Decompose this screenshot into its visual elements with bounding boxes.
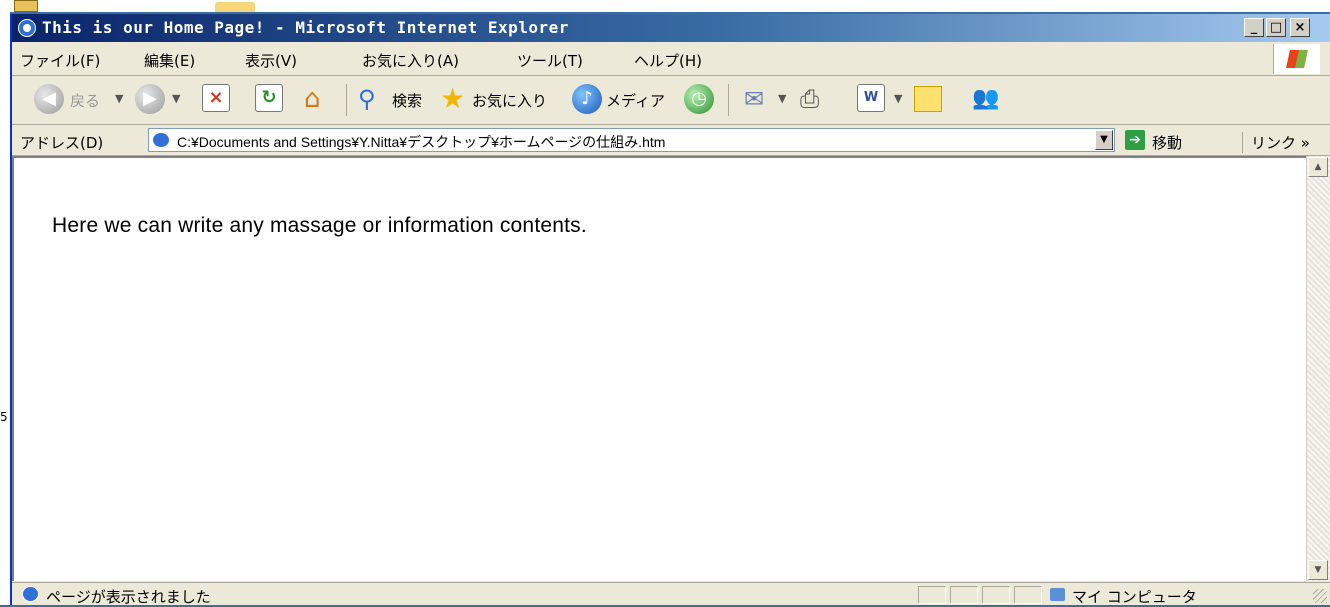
- menu-help[interactable]: ヘルプ(H): [634, 50, 702, 71]
- desktop-side-digit: 5: [0, 410, 8, 424]
- favorites-star-icon[interactable]: ★: [440, 84, 470, 116]
- messenger-icon[interactable]: 👥: [972, 84, 1004, 116]
- page-favicon-icon: [152, 132, 170, 148]
- history-icon[interactable]: ◷: [684, 84, 714, 114]
- ie-logo-icon[interactable]: [18, 19, 36, 37]
- search-icon[interactable]: ⚲: [358, 84, 388, 116]
- minimize-button[interactable]: _: [1244, 18, 1264, 37]
- forward-dropdown[interactable]: ▼: [172, 92, 180, 105]
- edit-icon[interactable]: W: [857, 84, 885, 112]
- menu-bar: ファイル(F) 編集(E) 表示(V) お気に入り(A) ツール(T) ヘルプ(…: [12, 42, 1330, 76]
- address-dropdown-button[interactable]: ▼: [1095, 130, 1113, 150]
- maximize-button[interactable]: □: [1266, 18, 1286, 37]
- back-label[interactable]: 戻る: [70, 90, 100, 111]
- status-cell-3: [982, 586, 1010, 604]
- mail-icon[interactable]: ✉: [744, 84, 774, 116]
- my-computer-icon: [1050, 588, 1065, 601]
- vertical-scrollbar[interactable]: ▲ ▼: [1306, 156, 1330, 581]
- standard-toolbar: ◀ 戻る ▼ ▶ ▼ × ↻ ⌂ ⚲ 検索 ★ お気に入り ♪ メディア ◷ ✉…: [12, 76, 1330, 125]
- go-button[interactable]: 移動: [1152, 132, 1182, 153]
- back-icon[interactable]: ◀: [34, 84, 64, 114]
- refresh-icon[interactable]: ↻: [255, 84, 283, 112]
- links-button[interactable]: リンク »: [1242, 132, 1310, 153]
- discuss-icon[interactable]: [914, 86, 942, 112]
- go-arrow-icon[interactable]: ➔: [1125, 130, 1145, 150]
- forward-icon[interactable]: ▶: [135, 84, 165, 114]
- security-zone-label: マイ コンピュータ: [1072, 588, 1197, 606]
- windows-throbber: [1273, 44, 1320, 74]
- status-bar: ページが表示されました マイ コンピュータ: [12, 582, 1330, 606]
- title-bar[interactable]: This is our Home Page! - Microsoft Inter…: [12, 14, 1330, 42]
- page-content: Here we can write any massage or informa…: [12, 156, 1330, 581]
- media-icon[interactable]: ♪: [572, 84, 602, 114]
- status-page-icon: [22, 586, 39, 602]
- status-cell-1: [918, 586, 946, 604]
- resize-grip[interactable]: [1313, 589, 1327, 603]
- desktop-left-edge: [0, 12, 10, 605]
- scroll-down-button[interactable]: ▼: [1308, 560, 1328, 580]
- address-input[interactable]: C:¥Documents and Settings¥Y.Nitta¥デスクトップ…: [148, 128, 1115, 152]
- desktop-strip: [0, 0, 1330, 12]
- toolbar-separator: [346, 84, 347, 116]
- address-bar: アドレス(D) C:¥Documents and Settings¥Y.Nitt…: [12, 125, 1330, 156]
- menu-tools[interactable]: ツール(T): [517, 50, 583, 71]
- desktop-folder-icon-2[interactable]: [215, 2, 255, 12]
- toolbar-separator-2: [728, 84, 729, 116]
- browser-window: This is our Home Page! - Microsoft Inter…: [10, 14, 1330, 606]
- scroll-up-button[interactable]: ▲: [1308, 157, 1328, 177]
- back-dropdown[interactable]: ▼: [115, 92, 123, 105]
- mail-dropdown[interactable]: ▼: [778, 92, 786, 105]
- favorites-label[interactable]: お気に入り: [472, 90, 547, 111]
- window-title: This is our Home Page! - Microsoft Inter…: [42, 18, 569, 37]
- search-label[interactable]: 検索: [392, 90, 422, 111]
- menu-edit[interactable]: 編集(E): [144, 50, 195, 71]
- address-label: アドレス(D): [20, 134, 104, 152]
- close-button[interactable]: ×: [1290, 18, 1310, 37]
- status-cell-4: [1014, 586, 1042, 604]
- menu-file[interactable]: ファイル(F): [20, 50, 100, 71]
- stop-icon[interactable]: ×: [202, 84, 230, 112]
- media-label[interactable]: メディア: [606, 90, 665, 111]
- menu-view[interactable]: 表示(V): [245, 50, 297, 71]
- status-text: ページが表示されました: [46, 588, 211, 606]
- desktop-folder-icon[interactable]: [14, 0, 38, 12]
- print-icon[interactable]: ⎙: [800, 84, 830, 116]
- windows-logo-icon: [1286, 50, 1308, 68]
- page-body-text: Here we can write any massage or informa…: [52, 214, 587, 237]
- home-icon[interactable]: ⌂: [304, 84, 336, 116]
- status-cell-2: [950, 586, 978, 604]
- address-value[interactable]: C:¥Documents and Settings¥Y.Nitta¥デスクトップ…: [177, 132, 665, 152]
- menu-favorites[interactable]: お気に入り(A): [362, 50, 459, 71]
- edit-dropdown[interactable]: ▼: [894, 92, 902, 105]
